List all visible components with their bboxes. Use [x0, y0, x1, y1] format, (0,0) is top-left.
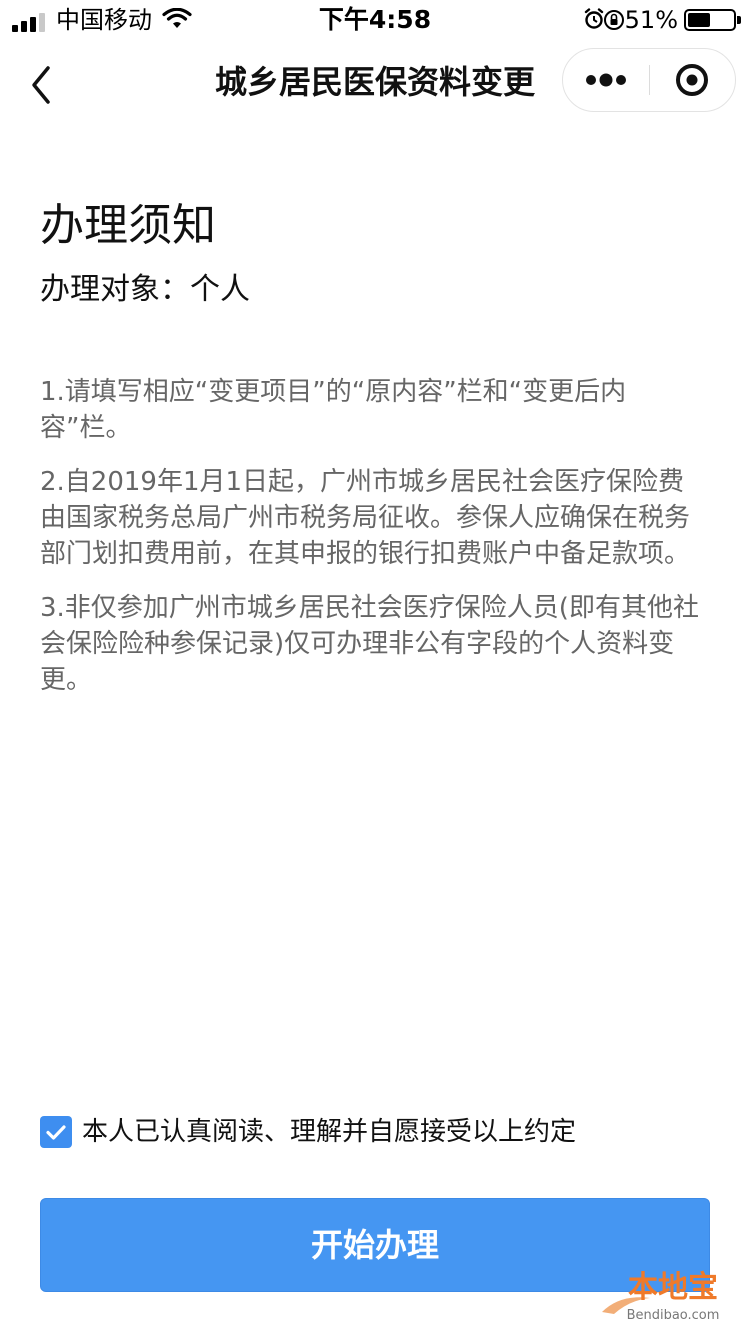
- more-dots-icon: [586, 73, 626, 87]
- close-mini-program-button[interactable]: [650, 49, 736, 111]
- agreement-checkbox[interactable]: [40, 1116, 72, 1148]
- orientation-lock-icon: [604, 10, 624, 30]
- notice-item: 2.自2019年1月1日起，广州市城乡居民社会医疗保险费由国家税务总局广州市税务…: [40, 467, 691, 569]
- nav-bar: 城乡居民医保资料变更: [0, 40, 750, 128]
- status-bar: 中国移动 下午4:58 51%: [0, 0, 750, 40]
- mini-program-capsule: [562, 48, 736, 112]
- notice-list: 1.请填写相应“变更项目”的“原内容”栏和“变更后内容”栏。 2.自2019年1…: [40, 374, 710, 716]
- agreement-label: 本人已认真阅读、理解并自愿接受以上约定: [82, 1117, 577, 1147]
- alarm-icon: [584, 8, 604, 29]
- watermark-logo-text: 本地宝: [628, 1270, 718, 1305]
- more-button[interactable]: [563, 49, 649, 111]
- notice-item: 1.请填写相应“变更项目”的“原内容”栏和“变更后内容”栏。: [40, 377, 627, 443]
- notice-heading: 办理须知: [40, 200, 216, 251]
- service-subject: 办理对象：个人: [40, 272, 250, 307]
- back-button[interactable]: [22, 60, 62, 110]
- target-close-icon: [676, 64, 708, 96]
- battery-percent: 51%: [624, 6, 678, 34]
- bendibao-watermark: 本地宝 Bendibao.com: [602, 1270, 736, 1330]
- watermark-url: Bendibao.com: [626, 1308, 720, 1323]
- page-title: 城乡居民医保资料变更: [214, 63, 535, 101]
- chevron-left-icon: [32, 66, 50, 104]
- notice-item: 3.非仅参加广州市城乡居民社会医疗保险人员(即有其他社会保险险种参保记录)仅可办…: [40, 593, 699, 695]
- checkmark-icon: [46, 1125, 66, 1140]
- page: 中国移动 下午4:58 51% 城乡居民医保资料变更 办理须知 办理对象：个人 …: [0, 0, 750, 1334]
- battery-icon: [684, 9, 741, 31]
